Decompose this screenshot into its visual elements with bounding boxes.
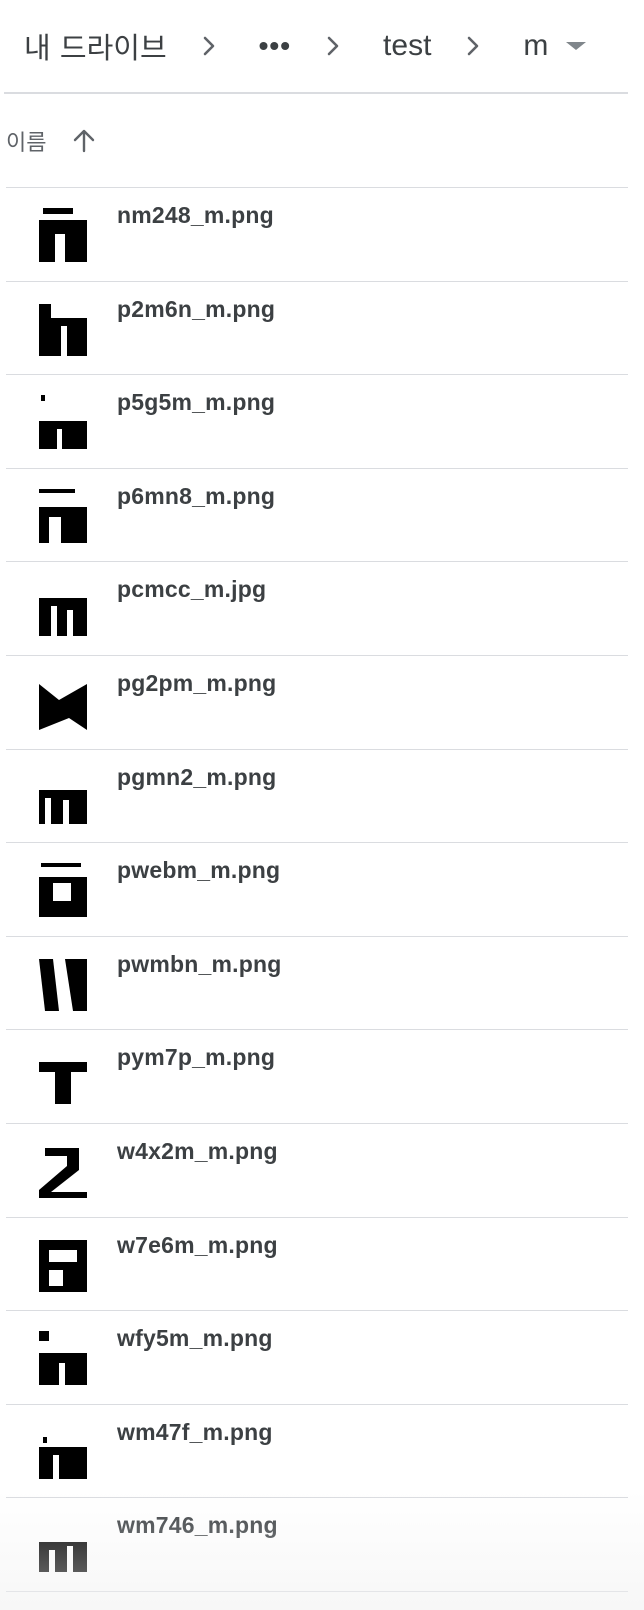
file-list: nm248_m.png p2m6n_m.png p5g5m_m.png p6mn8_m… — [6, 188, 628, 1592]
file-row[interactable]: pcmcc_m.jpg — [6, 562, 628, 656]
file-thumbnail[interactable] — [39, 954, 87, 1011]
file-thumbnail[interactable] — [39, 1516, 87, 1573]
file-name[interactable]: pwebm_m.png — [117, 857, 280, 884]
file-thumbnail[interactable] — [39, 206, 87, 262]
file-row[interactable]: pg2pm_m.png — [6, 656, 628, 750]
file-name[interactable]: pym7p_m.png — [117, 1044, 275, 1071]
file-thumbnail[interactable] — [39, 673, 87, 730]
breadcrumb-folder-test[interactable]: test — [383, 29, 431, 63]
file-name[interactable]: wfy5m_m.png — [117, 1325, 273, 1352]
file-thumbnail[interactable] — [39, 1422, 87, 1479]
sort-by-name-label[interactable]: 이름 — [6, 125, 46, 157]
file-thumbnail[interactable] — [39, 580, 87, 637]
file-name[interactable]: pwmbn_m.png — [117, 951, 281, 978]
file-name[interactable]: wm746_m.png — [117, 1512, 278, 1539]
file-name[interactable]: p5g5m_m.png — [117, 389, 275, 416]
file-row[interactable]: pym7p_m.png — [6, 1030, 628, 1124]
chevron-right-icon — [321, 34, 345, 58]
file-name[interactable]: nm248_m.png — [117, 202, 274, 229]
file-thumbnail[interactable] — [39, 1141, 87, 1198]
file-thumbnail[interactable] — [39, 486, 87, 543]
file-thumbnail[interactable] — [39, 767, 87, 824]
breadcrumb-more[interactable]: ••• — [259, 30, 291, 62]
file-name[interactable]: pgmn2_m.png — [117, 764, 276, 791]
file-name[interactable]: w7e6m_m.png — [117, 1232, 278, 1259]
file-thumbnail[interactable] — [39, 1235, 87, 1292]
file-name[interactable]: wm47f_m.png — [117, 1419, 273, 1446]
chevron-right-icon — [197, 34, 221, 58]
file-row[interactable]: pwmbn_m.png — [6, 937, 628, 1031]
file-thumbnail[interactable] — [39, 861, 87, 918]
file-name[interactable]: p2m6n_m.png — [117, 296, 275, 323]
file-name[interactable]: pg2pm_m.png — [117, 670, 276, 697]
file-thumbnail[interactable] — [39, 393, 87, 450]
breadcrumb-current-folder[interactable]: m — [523, 29, 548, 63]
file-row[interactable]: p5g5m_m.png — [6, 375, 628, 469]
file-thumbnail[interactable] — [39, 1329, 87, 1386]
file-row[interactable]: p2m6n_m.png — [6, 282, 628, 376]
caret-down-icon[interactable] — [566, 42, 587, 50]
file-row[interactable]: wm746_m.png — [6, 1498, 628, 1592]
file-thumbnail[interactable] — [39, 1048, 87, 1105]
file-row[interactable]: p6mn8_m.png — [6, 469, 628, 563]
file-row[interactable]: wfy5m_m.png — [6, 1311, 628, 1405]
file-row[interactable]: pwebm_m.png — [6, 843, 628, 937]
list-header: 이름 — [0, 94, 628, 188]
file-row[interactable]: w7e6m_m.png — [6, 1218, 628, 1312]
arrow-up-icon[interactable] — [70, 127, 98, 155]
file-name[interactable]: pcmcc_m.jpg — [117, 576, 266, 603]
breadcrumb: 내 드라이브 ••• test m — [0, 0, 644, 92]
file-row[interactable]: wm47f_m.png — [6, 1405, 628, 1499]
file-thumbnail[interactable] — [39, 299, 87, 356]
chevron-right-icon — [461, 34, 485, 58]
file-row[interactable]: nm248_m.png — [6, 188, 628, 282]
file-row[interactable]: pgmn2_m.png — [6, 750, 628, 844]
file-row[interactable]: w4x2m_m.png — [6, 1124, 628, 1218]
file-name[interactable]: w4x2m_m.png — [117, 1138, 278, 1165]
file-name[interactable]: p6mn8_m.png — [117, 483, 275, 510]
breadcrumb-my-drive[interactable]: 내 드라이브 — [24, 25, 167, 67]
